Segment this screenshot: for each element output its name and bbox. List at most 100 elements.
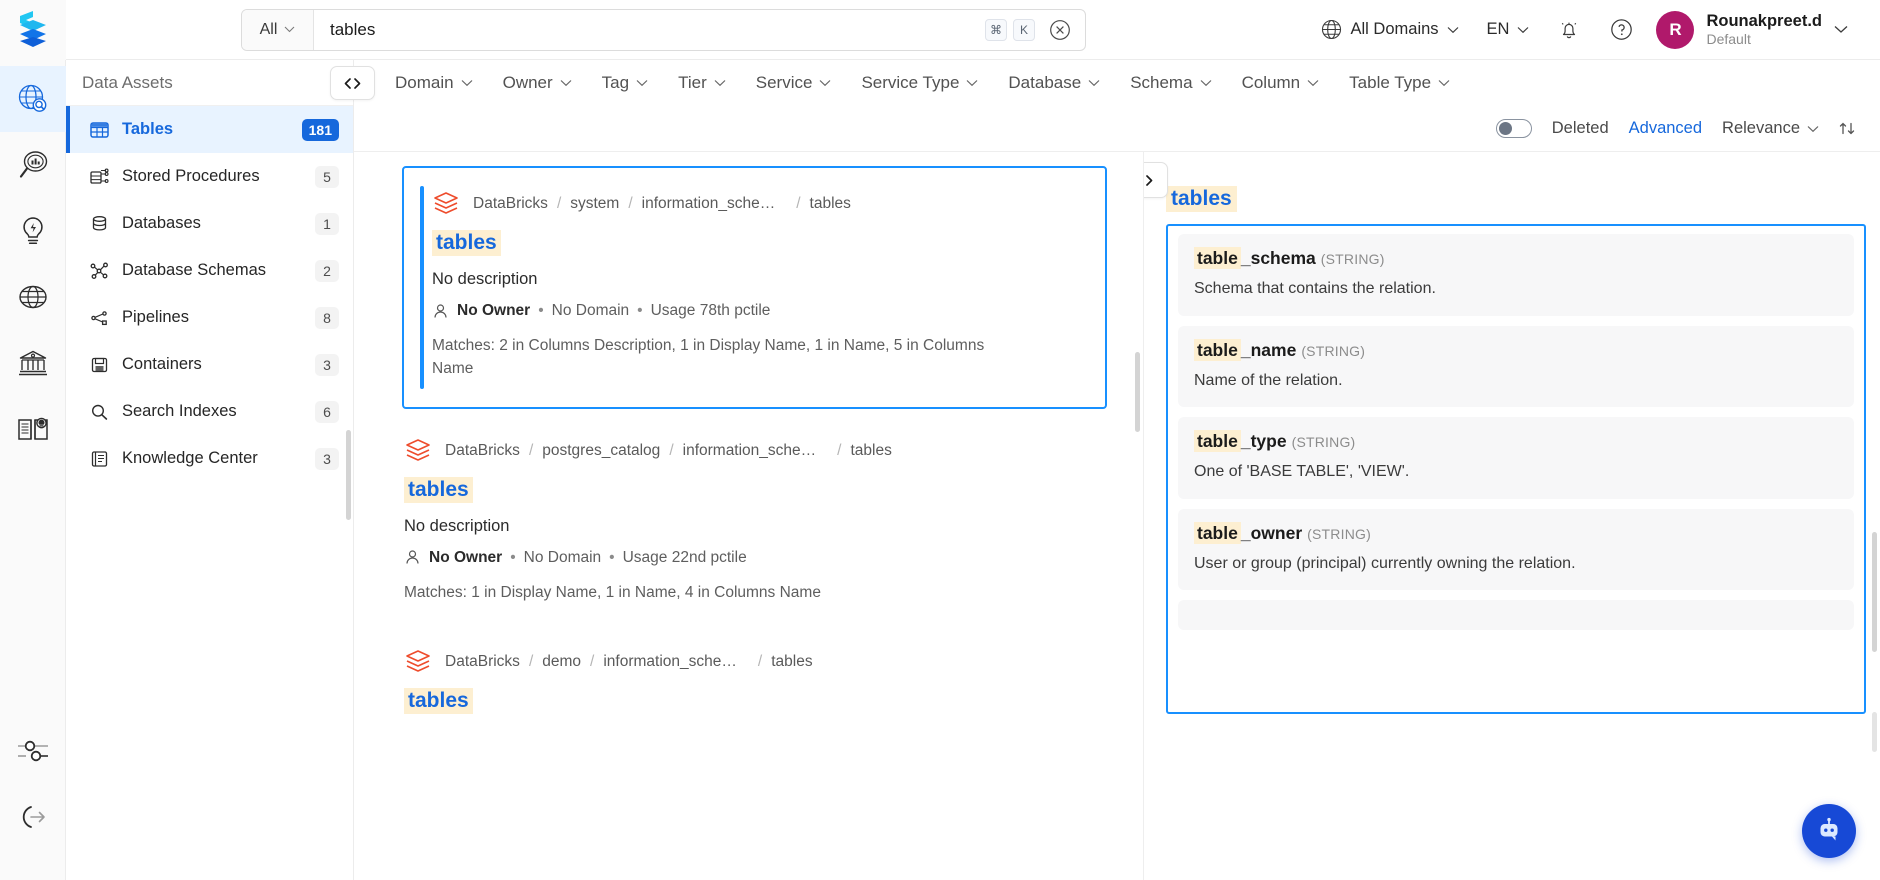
language-selector[interactable]: EN — [1473, 8, 1544, 52]
search-results-list: DataBricks / system / information_sche… … — [354, 152, 1144, 880]
filter-database[interactable]: Database — [993, 63, 1115, 103]
column-card[interactable]: table_name(STRING) Name of the relation. — [1178, 326, 1854, 408]
rail-item-quick-actions[interactable] — [0, 198, 66, 264]
result-card-selected[interactable]: DataBricks / system / information_sche… … — [402, 166, 1107, 409]
code-brackets-icon — [1144, 174, 1154, 187]
breadcrumb-separator: / — [557, 195, 561, 213]
breadcrumb-service[interactable]: DataBricks — [445, 442, 520, 460]
filter-domain[interactable]: Domain — [380, 63, 488, 103]
rail-item-governance[interactable] — [0, 330, 66, 396]
filter-tier[interactable]: Tier — [663, 63, 741, 103]
collapse-preview-button[interactable] — [1144, 162, 1168, 198]
database-stack-icon — [88, 215, 110, 233]
filter-column[interactable]: Column — [1227, 63, 1335, 103]
preview-scrollbar-secondary[interactable] — [1872, 712, 1877, 752]
search-input[interactable] — [314, 10, 985, 50]
bank-icon — [17, 347, 49, 379]
clear-search-button[interactable] — [1049, 19, 1071, 41]
sidebar-item-containers[interactable]: Containers 3 — [66, 341, 353, 388]
sidebar-item-stored-procedures[interactable]: Stored Procedures 5 — [66, 153, 353, 200]
breadcrumb-table[interactable]: tables — [850, 442, 891, 460]
stored-procedure-icon — [88, 168, 110, 186]
result-card[interactable]: DataBricks / postgres_catalog / informat… — [354, 409, 1143, 620]
chevron-down-icon — [636, 79, 648, 87]
preview-scrollbar[interactable] — [1872, 532, 1877, 652]
search-box[interactable]: All ⌘ K — [241, 9, 1086, 51]
sidebar-item-databases[interactable]: Databases 1 — [66, 200, 353, 247]
sidebar-item-knowledge-center[interactable]: Knowledge Center 3 — [66, 435, 353, 482]
rail-item-domains[interactable] — [0, 264, 66, 330]
rail-item-logout[interactable] — [0, 784, 66, 850]
filter-service[interactable]: Service — [741, 63, 847, 103]
sidebar-item-pipelines[interactable]: Pipelines 8 — [66, 294, 353, 341]
filter-owner[interactable]: Owner — [488, 63, 587, 103]
sub-filter-bar: Deleted Advanced Relevance — [354, 106, 1880, 152]
filter-table-type[interactable]: Table Type — [1334, 63, 1465, 103]
breadcrumb-database[interactable]: postgres_catalog — [542, 442, 660, 460]
sidebar-item-search-indexes[interactable]: Search Indexes 6 — [66, 388, 353, 435]
left-nav-rail — [0, 60, 66, 880]
sidebar-item-count: 5 — [315, 166, 339, 188]
rail-item-glossary[interactable] — [0, 396, 66, 462]
help-button[interactable] — [1595, 8, 1648, 52]
result-card[interactable]: DataBricks / demo / information_sche… / … — [354, 620, 1143, 730]
rail-item-explore[interactable] — [0, 66, 66, 132]
filter-tag[interactable]: Tag — [587, 63, 663, 103]
result-title[interactable]: tables — [404, 688, 473, 714]
openmetadata-logo-icon — [15, 10, 51, 50]
result-title[interactable]: tables — [432, 230, 501, 256]
rail-item-insights[interactable] — [0, 132, 66, 198]
breadcrumb-schema[interactable]: information_sche… — [642, 195, 776, 213]
column-card-partial[interactable] — [1178, 600, 1854, 630]
sidebar-item-count: 3 — [315, 448, 339, 470]
column-name-highlight: table — [1194, 247, 1241, 269]
result-matches: Matches: 1 in Display Name, 1 in Name, 4… — [404, 581, 964, 604]
result-title[interactable]: tables — [404, 477, 473, 503]
column-name: table_schema(STRING) — [1194, 248, 1838, 269]
result-usage: Usage 78th pctile — [651, 302, 771, 320]
search-scope-dropdown[interactable]: All — [242, 10, 314, 50]
column-card[interactable]: table_type(STRING) One of 'BASE TABLE', … — [1178, 417, 1854, 499]
assets-scrollbar[interactable] — [346, 430, 351, 520]
sidebar-item-count: 3 — [315, 354, 339, 376]
user-outline-icon — [404, 549, 421, 566]
breadcrumb-schema[interactable]: information_sche… — [603, 653, 737, 671]
result-description: No description — [404, 517, 1109, 536]
user-menu[interactable]: R Rounakpreet.d Default — [1648, 8, 1862, 52]
sort-order-button[interactable] — [1839, 120, 1856, 137]
results-scrollbar[interactable] — [1135, 352, 1140, 432]
domain-selector[interactable]: All Domains — [1306, 8, 1473, 52]
breadcrumb-database[interactable]: demo — [542, 653, 581, 671]
chevron-down-icon — [1517, 26, 1529, 34]
column-name-highlight: table — [1194, 522, 1241, 544]
breadcrumb-table[interactable]: tables — [810, 195, 851, 213]
filter-label: Tag — [602, 73, 629, 93]
filter-service-type[interactable]: Service Type — [846, 63, 993, 103]
breadcrumb-service[interactable]: DataBricks — [445, 653, 520, 671]
meta-separator: • — [609, 549, 614, 567]
breadcrumb-schema[interactable]: information_sche… — [683, 442, 817, 460]
sidebar-item-label: Stored Procedures — [122, 167, 303, 186]
shortcut-cmd-key: ⌘ — [985, 19, 1007, 41]
chat-assistant-button[interactable] — [1802, 804, 1856, 858]
rail-item-settings[interactable] — [0, 718, 66, 784]
pipeline-icon — [88, 309, 110, 327]
column-card[interactable]: table_schema(STRING) Schema that contain… — [1178, 234, 1854, 316]
sidebar-item-tables[interactable]: Tables 181 — [66, 106, 353, 153]
chevron-down-icon — [461, 79, 473, 87]
filter-bar: Domain Owner Tag Tier Service — [354, 60, 1880, 106]
collapse-left-panel-button[interactable] — [330, 66, 375, 100]
breadcrumb-service[interactable]: DataBricks — [473, 195, 548, 213]
advanced-search-link[interactable]: Advanced — [1629, 119, 1702, 138]
breadcrumb-table[interactable]: tables — [771, 653, 812, 671]
deleted-toggle[interactable] — [1496, 119, 1532, 138]
sidebar-item-database-schemas[interactable]: Database Schemas 2 — [66, 247, 353, 294]
column-card[interactable]: table_owner(STRING) User or group (princ… — [1178, 509, 1854, 591]
breadcrumb-database[interactable]: system — [570, 195, 619, 213]
filter-label: Table Type — [1349, 73, 1431, 93]
app-logo[interactable] — [0, 0, 66, 60]
sort-dropdown[interactable]: Relevance — [1722, 119, 1819, 138]
filter-schema[interactable]: Schema — [1115, 63, 1226, 103]
notifications-button[interactable] — [1543, 8, 1595, 52]
meta-separator: • — [637, 302, 642, 320]
